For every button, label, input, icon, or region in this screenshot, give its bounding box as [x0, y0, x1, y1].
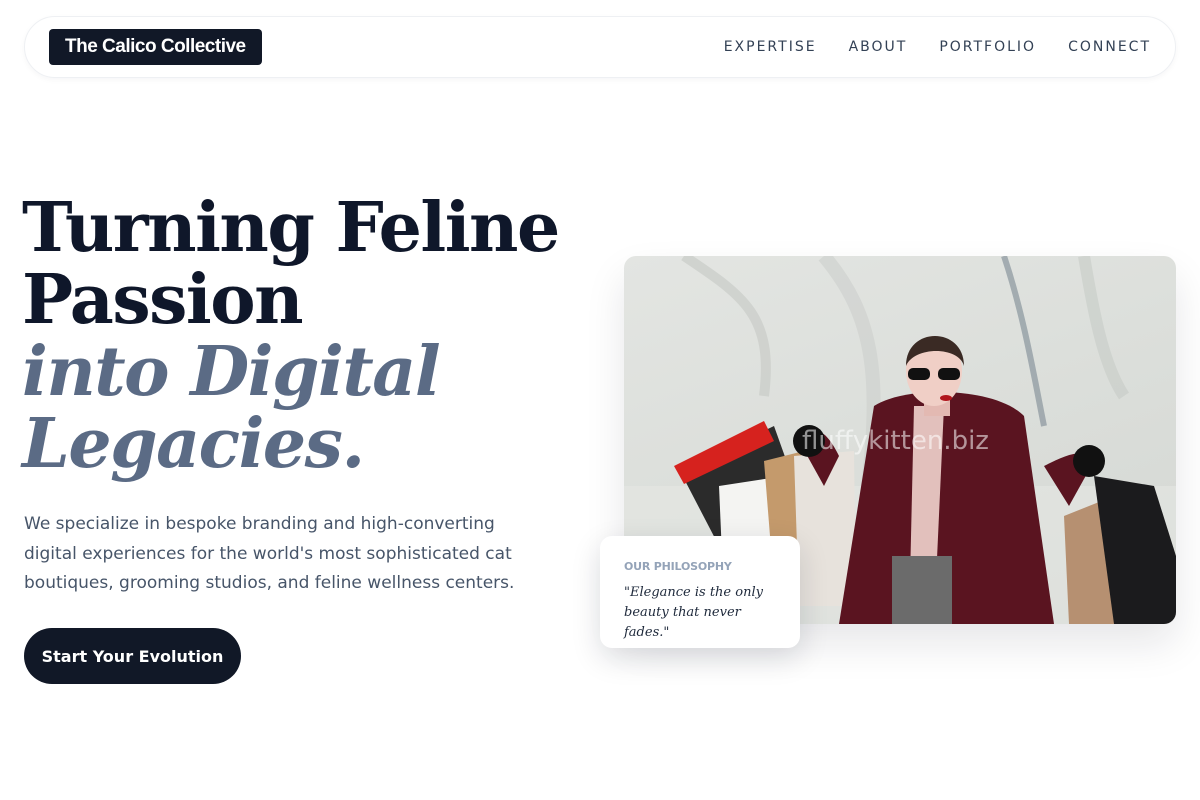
hero-title-line-2: Passion	[22, 260, 304, 340]
nav-link-expertise[interactable]: EXPERTISE	[724, 39, 817, 55]
philosophy-card: OUR PHILOSOPHY "Elegance is the only bea…	[600, 536, 800, 648]
philosophy-quote: "Elegance is the only beauty that never …	[624, 585, 763, 640]
site-header: The Calico Collective EXPERTISE ABOUT PO…	[24, 16, 1176, 78]
nav-link-portfolio[interactable]: PORTFOLIO	[939, 39, 1036, 55]
hero-title-line-1: Turning Feline	[22, 188, 560, 268]
main-nav: EXPERTISE ABOUT PORTFOLIO CONNECT	[724, 39, 1151, 55]
image-watermark: fluffykitten.biz	[802, 426, 989, 456]
brand-logo[interactable]: The Calico Collective	[49, 29, 262, 65]
hero-title: Turning Feline Passion into Digital Lega…	[22, 192, 582, 480]
hero-title-accent-line-2: Legacies.	[22, 404, 365, 484]
nav-link-about[interactable]: ABOUT	[849, 39, 908, 55]
hero-title-accent-line-1: into Digital	[22, 332, 441, 412]
philosophy-label: OUR PHILOSOPHY	[624, 560, 732, 573]
nav-link-connect[interactable]: CONNECT	[1068, 39, 1151, 55]
hero-description: We specialize in bespoke branding and hi…	[24, 514, 515, 593]
start-evolution-button[interactable]: Start Your Evolution	[24, 628, 241, 684]
